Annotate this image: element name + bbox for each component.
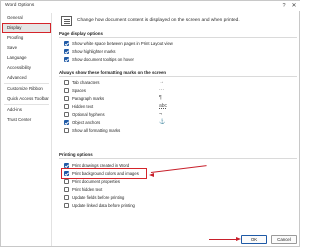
option-label: Optional hyphens [72,112,105,117]
annotation-arrowhead-icon [149,172,154,177]
sidebar-item-accessibility[interactable]: Accessibility [2,63,51,73]
option-print-document-properties[interactable]: Print document properties [64,178,120,185]
space-mark-icon: ··· [159,87,164,93]
display-options-panel: Change how document content is displayed… [56,13,298,246]
hidden-text-mark-icon: abc [159,103,168,109]
anchor-icon: ⚓ [159,119,166,125]
optional-hyphen-icon: ¬ [159,111,162,117]
section-title-page-display: Page display options [59,31,103,36]
word-options-dialog: Word Options ? ✕ General Display Proofin… [0,0,301,247]
option-label: Paragraph marks [72,96,105,101]
sidebar-item-save[interactable]: Save [2,43,51,53]
checkbox[interactable] [64,127,69,133]
option-paragraph-marks[interactable]: Paragraph marks ¶ [64,95,162,102]
checkbox[interactable] [64,119,69,125]
option-print-hidden-text[interactable]: Print hidden text [64,186,102,193]
panel-header: Change how document content is displayed… [61,16,291,28]
checkbox[interactable] [64,111,69,117]
panel-description: Change how document content is displayed… [77,18,240,23]
sidebar-item-add-ins[interactable]: Add-ins [2,105,51,115]
checkbox[interactable] [64,162,69,168]
sidebar-item-trust-center[interactable]: Trust Center [2,115,51,125]
section-title-printing: Printing options [59,152,93,157]
option-label: Update fields before printing [72,195,125,200]
option-update-linked-data[interactable]: Update linked data before printing [64,202,135,209]
annotation-highlight-box [61,168,147,179]
option-show-highlighter-marks[interactable]: Show highlighter marks [64,48,116,55]
sidebar-item-customize-ribbon[interactable]: Customize Ribbon [2,84,51,94]
pilcrow-icon: ¶ [159,95,162,101]
option-show-tooltips[interactable]: Show document tooltips on hover [64,56,134,63]
sidebar-item-advanced[interactable]: Advanced [2,73,51,83]
window-title: Word Options [5,3,35,8]
annotation-arrow-icon [209,239,237,241]
close-icon[interactable]: ✕ [290,2,298,10]
checkbox[interactable] [64,95,69,101]
section-title-formatting-marks: Always show these formatting marks on th… [59,70,167,75]
checkbox[interactable] [64,202,69,208]
section-divider [59,76,297,77]
sidebar-item-display[interactable]: Display [2,23,51,33]
option-label: Print drawings created in Word [72,163,130,168]
option-tab-characters[interactable]: Tab characters → [64,79,164,86]
option-update-fields[interactable]: Update fields before printing [64,194,124,201]
option-spaces[interactable]: Spaces ··· [64,87,164,94]
checkbox[interactable] [64,40,69,46]
option-label: Show highlighter marks [72,49,116,54]
tab-mark-icon: → [159,79,164,85]
option-label: Show white space between pages in Print … [72,41,173,46]
display-icon [61,16,72,26]
ok-button[interactable]: OK [241,235,267,244]
sidebar-item-quick-access-toolbar[interactable]: Quick Access Toolbar [2,94,51,104]
option-label: Show document tooltips on hover [72,57,134,62]
option-label: Object anchors [72,120,101,125]
section-divider [59,37,297,38]
option-label: Hidden text [72,104,94,109]
checkbox[interactable] [64,48,69,54]
sidebar-item-proofing[interactable]: Proofing [2,33,51,43]
sidebar-item-language[interactable]: Language [2,53,51,63]
option-hidden-text[interactable]: Hidden text abc [64,103,167,110]
checkbox[interactable] [64,79,69,85]
option-label: Print hidden text [72,187,103,192]
checkbox[interactable] [64,103,69,109]
title-bar: Word Options ? ✕ [1,1,301,11]
section-divider [59,158,297,159]
checkbox[interactable] [64,194,69,200]
help-icon[interactable]: ? [280,2,288,10]
cancel-button[interactable]: Cancel [271,235,297,244]
checkbox[interactable] [64,56,69,62]
checkbox[interactable] [64,186,69,192]
checkbox[interactable] [64,178,69,184]
option-show-white-space[interactable]: Show white space between pages in Print … [64,40,173,47]
sidebar-item-general[interactable]: General [2,13,51,23]
option-label: Update linked data before printing [72,203,135,208]
option-print-drawings[interactable]: Print drawings created in Word [64,162,129,169]
option-optional-hyphens[interactable]: Optional hyphens ¬ [64,111,162,118]
option-label: Spaces [72,88,86,93]
option-label: Show all formatting marks [72,128,121,133]
checkbox[interactable] [64,87,69,93]
options-sidebar: General Display Proofing Save Language A… [2,13,52,246]
option-label: Tab characters [72,80,100,85]
option-show-all-formatting-marks[interactable]: Show all formatting marks [64,127,120,134]
option-label: Print document properties [72,179,120,184]
option-object-anchors[interactable]: Object anchors ⚓ [64,119,165,126]
